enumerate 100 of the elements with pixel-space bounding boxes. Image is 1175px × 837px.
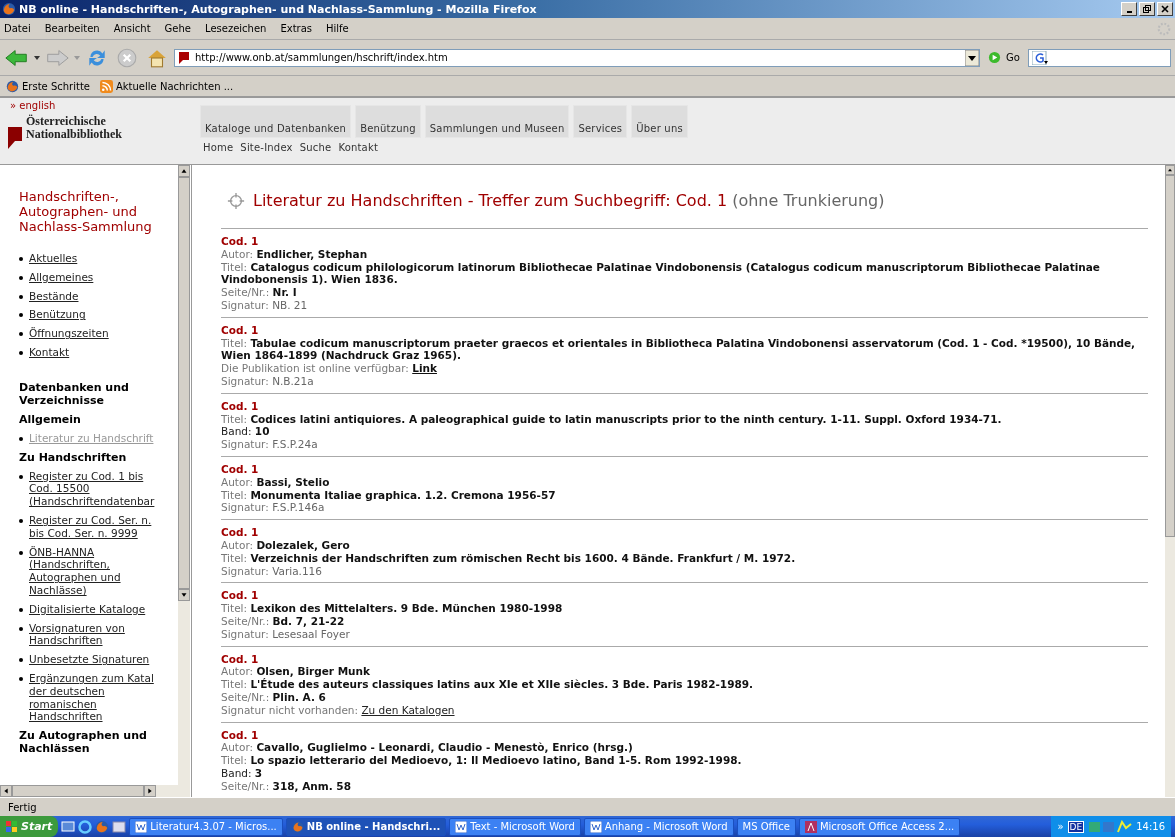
scrollbar[interactable] [178,165,190,785]
scroll-up-button[interactable] [178,165,190,177]
record-field: Titel: Verzeichnis der Handschriften zum römischen Recht bis 1600. 4 Bände. Frankfurt / M. 1972. [221,551,1148,565]
sidebar-link[interactable]: Öffnungszeiten [29,327,109,340]
record-field: Autor: Dolezalek, Gero [221,538,1148,552]
scrollbar[interactable] [1165,165,1175,797]
browser-icon[interactable] [78,819,93,834]
record-field: Signatur: N.B.21a [221,374,1148,388]
taskbar-button[interactable]: Anhang - Microsoft Word [583,817,734,836]
restore-button[interactable] [1139,2,1155,16]
scrollbar[interactable] [0,785,190,797]
firefox-icon [291,820,304,833]
minimize-button[interactable] [1121,2,1137,16]
sidebar-link[interactable]: Register zu Cod. Ser. n. bis Cod. Ser. n. 9999 [29,513,152,540]
sidebar-link[interactable]: ÖNB-HANNA (Handschriften, Autographen und Nachlässe) [29,545,121,597]
language-indicator[interactable]: DE [1067,820,1085,833]
taskbar-button[interactable]: Microsoft Office Access 2... [798,817,961,836]
record-field: Titel: Codices latini antiquiores. A paleographical guide to latin manuscripts prior to the ninth century. 1-11. Suppl. Oxford 1934-71. [221,412,1148,426]
language-link[interactable]: » english [10,100,200,111]
firefox-icon [2,2,16,16]
firefox-icon[interactable] [95,819,110,834]
nav-link[interactable]: Kontakt [338,142,379,153]
address-field[interactable]: http://www.onb.at/sammlungen/hschrift/index.htm [174,48,980,67]
record-field: Signatur: F.S.P.24a [221,438,1148,451]
bullet-icon [19,275,23,280]
nav-tab[interactable]: Über uns [631,105,688,138]
sidebar-link[interactable]: Aktuelles [29,252,78,265]
scrollbar-thumb[interactable] [1165,175,1175,537]
record-field: Seite/Nr.: Bd. 7, 21-22 [221,614,1148,628]
start-button[interactable]: Start [0,816,59,837]
entry-code: Cod. 1 [221,235,260,248]
taskbar-button[interactable]: Literatur4.3.07 - Micros... [129,817,283,836]
logo-icon [8,127,22,149]
sidebar-link[interactable]: Unbesetzte Signaturen [29,653,150,666]
sidebar-subheading: Zu Handschriften [19,450,128,464]
nav-link[interactable]: Site-Index [240,142,293,153]
record-field: Seite/Nr.: 318, Anm. 58 [221,779,1148,793]
bookmark-item[interactable]: Erste Schritte [6,79,90,93]
bookmark-item[interactable]: Aktuelle Nachrichten ... [99,79,234,93]
nav-link[interactable]: Suche [299,142,332,153]
record-field: Titel: Tabulae codicum manuscriptorum praeter graecos et orientales in Bibliotheca Palatina Vindobonensi asservatorum (Cod. 1 - Cod. *19500), 10 Bände, Wien 1864-1899 (Nachdruck Graz 1965). [221,336,1148,363]
scroll-left-button[interactable] [0,785,12,797]
scroll-right-button[interactable] [144,785,156,797]
menu-item[interactable]: Bearbeiten [44,23,100,34]
record-field: Autor: Endlicher, Stephan [221,247,1148,261]
menu-item[interactable]: Gehe [164,23,191,34]
entry-code: Cod. 1 [221,589,260,603]
record-field: Titel: Lexikon des Mittelalters. 9 Bde. München 1980-1998 [221,602,1148,615]
nav-link[interactable]: Home [203,142,234,153]
sidebar-link[interactable]: Register zu Cod. 1 bis Cod. 15500 (Handschriftendatenbar [29,469,155,508]
close-button[interactable] [1157,2,1173,16]
nav-tab[interactable]: Services [573,105,628,138]
menu-item[interactable]: Ansicht [113,23,151,34]
scrollbar-thumb[interactable] [12,785,144,797]
taskbar-button[interactable]: Text - Microsoft Word [449,817,581,836]
record-field: Titel: Lo spazio letterario del Medioevo, 1: Il Medioevo latino, Band 1-5. Rom 1992-1998. [221,754,1148,767]
sidebar-link[interactable]: Benützung [29,308,86,322]
search-field[interactable] [1027,48,1171,67]
taskbar-button[interactable]: MS Office [736,817,796,836]
dropdown-icon[interactable] [965,49,979,66]
scroll-down-button[interactable] [178,589,190,601]
go-button[interactable]: Go [984,51,1024,64]
record-field: Signatur: NB. 21 [221,299,1148,312]
menu-item[interactable]: Datei [4,23,31,34]
menu-item[interactable]: Extras [280,23,312,34]
stop-icon[interactable] [116,46,138,69]
sidebar-link[interactable]: Vorsignaturen von Handschriften [29,621,125,648]
sidebar-link[interactable]: Digitalisierte Kataloge [29,602,146,616]
online-link[interactable]: Link [412,362,437,375]
scroll-up-button[interactable] [1165,165,1175,175]
sidebar-link[interactable]: Bestände [29,289,79,303]
nav-tab[interactable]: Benützung [355,105,421,138]
catalog-link[interactable]: Zu den Katalogen [361,703,455,716]
nav-tab[interactable]: Kataloge und Datenbanken [200,105,352,138]
record-field: Autor: Cavallo, Guglielmo - Leonardi, Claudio - Menestò, Enrico (hrsg.) [221,741,1148,755]
record-field: Signatur: Varia.116 [221,564,1148,578]
tray-icons-drawing[interactable] [1088,819,1133,834]
clock: 14:16 [1136,821,1165,832]
menu-item[interactable]: Lesezeichen [205,23,267,34]
entry-code: Cod. 1 [221,399,260,413]
database-icon [804,820,817,833]
search-engine-icon[interactable] [1031,50,1048,65]
dropdown-icon[interactable] [34,55,40,60]
status-text: Fertig [8,801,37,813]
menu-item[interactable]: Hilfe [326,23,349,34]
record-field: Seite/Nr.: Nr. I [221,286,1148,299]
sidebar-link[interactable]: Ergänzungen zum Katal der deutschen romanischen Handschriften [29,671,154,724]
record-field: Autor: Bassi, Stelio [221,475,1148,489]
sidebar-link[interactable]: Kontakt [29,346,70,359]
bullet-icon [19,257,23,261]
sidebar-link[interactable]: Allgemeines [29,270,94,284]
minimize-icon [1126,10,1132,13]
record-field: Signatur nicht vorhanden: Zu den Katalogen [221,703,1148,717]
scrollbar-thumb[interactable] [178,177,190,589]
taskbar-button[interactable]: NB online - Handschri... [285,817,447,836]
nav-tab[interactable]: Sammlungen und Museen [424,105,570,138]
record-field: Band: 10 [221,425,1148,439]
section-title: Handschriften-, Autographen- und Nachlass-Sammlung [19,189,153,234]
desktop-icon[interactable] [61,819,76,834]
title-note: (ohne Trunkierung) [732,191,885,210]
